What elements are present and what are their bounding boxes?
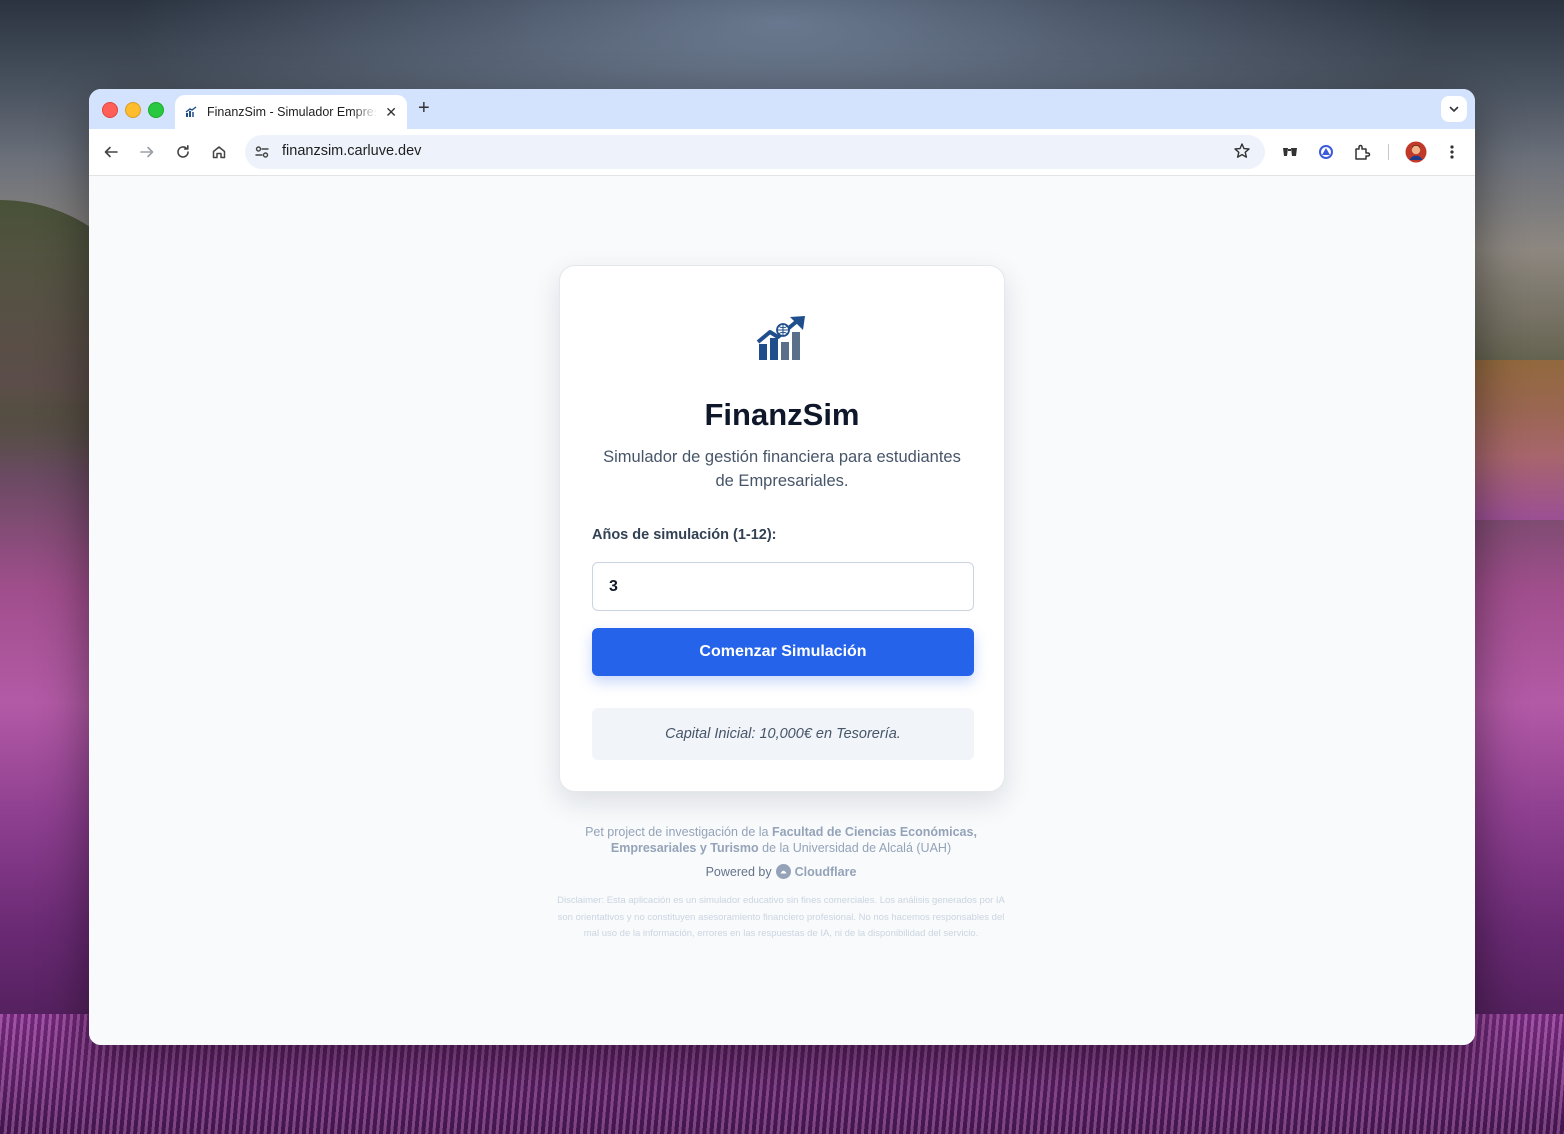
minimize-window-button[interactable] [125, 102, 141, 118]
browser-window: FinanzSim - Simulador Empresarial ✕ + [89, 89, 1475, 1045]
footer-credit: Pet project de investigación de la Facul… [549, 824, 1013, 856]
close-tab-icon[interactable]: ✕ [385, 103, 397, 121]
finance-chart-logo-icon [756, 314, 808, 362]
provider-name[interactable]: Cloudflare [795, 865, 857, 879]
years-label: Años de simulación (1-12): [592, 527, 777, 543]
cloudflare-icon [775, 864, 791, 879]
back-arrow-icon[interactable] [99, 140, 123, 164]
close-window-button[interactable] [102, 102, 118, 118]
tab-title: FinanzSim - Simulador Empresarial [207, 105, 377, 119]
initial-capital-text: Capital Inicial: 10,000€ en Tesorería. [665, 726, 901, 742]
reload-icon[interactable] [171, 140, 195, 164]
powered-by: Powered by Cloudflare [549, 864, 1013, 879]
home-icon[interactable] [207, 140, 231, 164]
toolbar-separator [1388, 144, 1389, 160]
page-content: FinanzSim Simulador de gestión financier… [89, 176, 1475, 1045]
finance-chart-favicon-icon [185, 106, 197, 118]
address-bar[interactable]: finanzsim.carluve.dev [245, 135, 1265, 169]
extension-icon[interactable] [1350, 140, 1374, 164]
bookmark-star-icon[interactable] [1233, 142, 1251, 165]
disclaimer: Disclaimer: Esta aplicación es un simula… [557, 895, 1005, 939]
more-menu-icon[interactable] [1440, 140, 1464, 164]
initial-capital-note: Capital Inicial: 10,000€ en Tesorería. [592, 708, 974, 760]
profile-avatar-icon[interactable] [1404, 140, 1428, 164]
credit-suffix: de la Universidad de Alcalá (UAH) [762, 841, 952, 855]
tab-search-button[interactable] [1441, 96, 1467, 122]
background-field [1469, 360, 1564, 520]
credit-prefix: Pet project de investigación de la [585, 825, 769, 839]
chevron-down-icon [1449, 106, 1459, 113]
active-tab[interactable]: FinanzSim - Simulador Empresarial ✕ [175, 95, 407, 129]
setup-card: FinanzSim Simulador de gestión financier… [559, 265, 1005, 792]
forward-arrow-icon[interactable] [135, 140, 159, 164]
vpn-extension-icon[interactable] [1314, 140, 1338, 164]
app-subtitle: Simulador de gestión financiera para est… [603, 448, 961, 490]
start-simulation-button[interactable]: Comenzar Simulación [592, 628, 974, 676]
powered-by-label: Powered by [705, 864, 772, 879]
app-title: FinanzSim [704, 397, 860, 432]
password-manager-icon[interactable] [1278, 140, 1302, 164]
maximize-window-button[interactable] [148, 102, 164, 118]
site-settings-icon[interactable] [254, 144, 270, 165]
years-input[interactable] [592, 562, 974, 611]
browser-toolbar: finanzsim.carluve.dev [89, 129, 1475, 176]
new-tab-icon[interactable]: + [418, 97, 430, 119]
tab-strip: FinanzSim - Simulador Empresarial ✕ + [89, 89, 1475, 129]
url-text: finanzsim.carluve.dev [282, 143, 422, 159]
